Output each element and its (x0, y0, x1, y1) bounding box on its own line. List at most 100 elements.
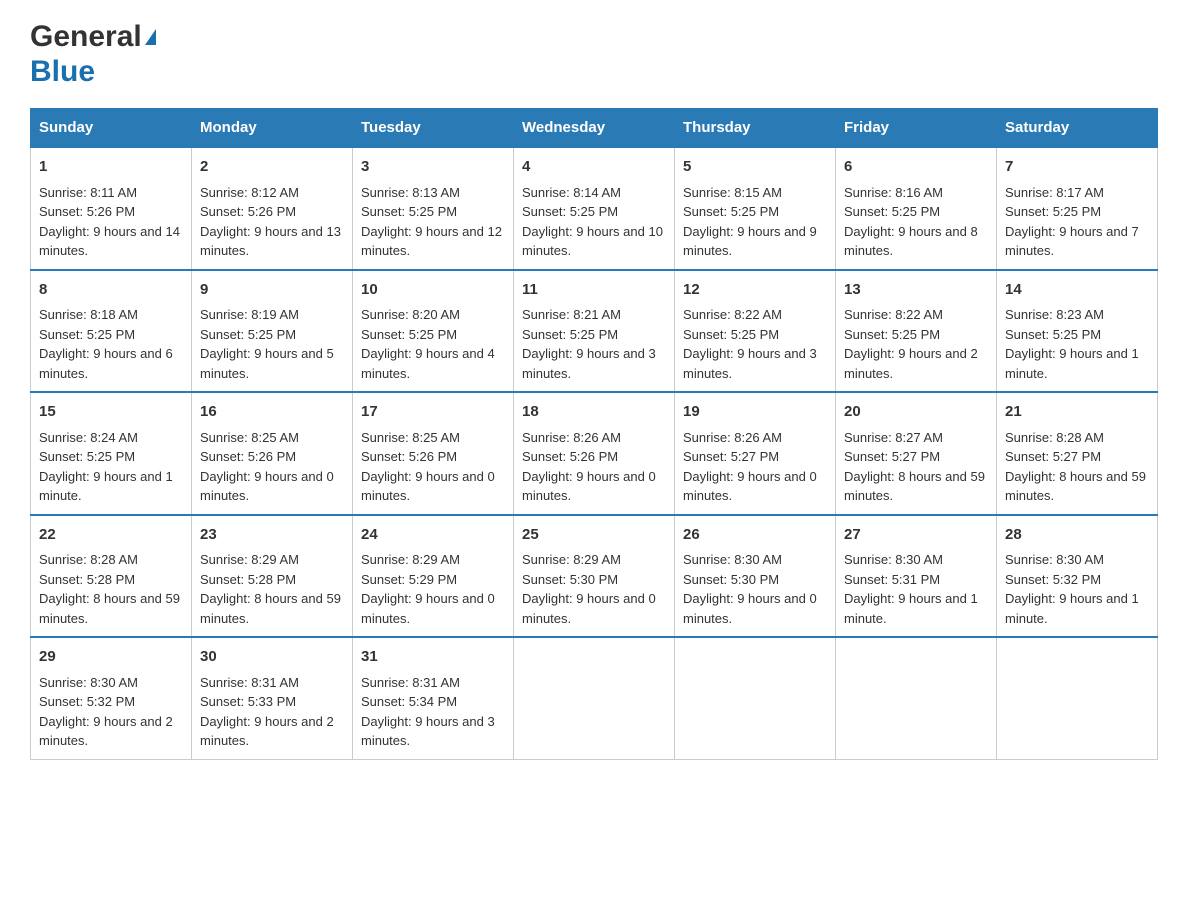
day-sunrise: Sunrise: 8:18 AM (39, 307, 138, 322)
day-number: 18 (522, 401, 666, 424)
calendar-day: 19Sunrise: 8:26 AMSunset: 5:27 PMDayligh… (675, 392, 836, 515)
day-daylight: Daylight: 9 hours and 14 minutes. (39, 224, 180, 259)
calendar-day: 1Sunrise: 8:11 AMSunset: 5:26 PMDaylight… (31, 147, 192, 270)
day-daylight: Daylight: 9 hours and 8 minutes. (844, 224, 978, 259)
day-daylight: Daylight: 8 hours and 59 minutes. (844, 469, 985, 504)
day-sunrise: Sunrise: 8:11 AM (39, 185, 137, 200)
day-sunset: Sunset: 5:25 PM (683, 204, 779, 219)
day-number: 8 (39, 279, 183, 302)
day-number: 29 (39, 646, 183, 669)
day-sunrise: Sunrise: 8:13 AM (361, 185, 460, 200)
day-number: 24 (361, 524, 505, 547)
day-daylight: Daylight: 9 hours and 0 minutes. (200, 469, 334, 504)
day-daylight: Daylight: 9 hours and 2 minutes. (200, 714, 334, 749)
header-tuesday: Tuesday (353, 109, 514, 148)
day-number: 27 (844, 524, 988, 547)
calendar-day: 29Sunrise: 8:30 AMSunset: 5:32 PMDayligh… (31, 637, 192, 759)
day-sunset: Sunset: 5:34 PM (361, 694, 457, 709)
day-daylight: Daylight: 9 hours and 0 minutes. (361, 591, 495, 626)
day-number: 15 (39, 401, 183, 424)
day-daylight: Daylight: 8 hours and 59 minutes. (200, 591, 341, 626)
day-sunset: Sunset: 5:25 PM (844, 327, 940, 342)
calendar-week-row: 1Sunrise: 8:11 AMSunset: 5:26 PMDaylight… (31, 147, 1158, 270)
day-number: 13 (844, 279, 988, 302)
day-daylight: Daylight: 9 hours and 1 minute. (1005, 346, 1139, 381)
day-number: 6 (844, 156, 988, 179)
calendar-day: 13Sunrise: 8:22 AMSunset: 5:25 PMDayligh… (836, 270, 997, 393)
day-number: 17 (361, 401, 505, 424)
calendar-day: 28 Sunrise: 8:30 AM Sunset: 5:32 PM Dayligh… (997, 515, 1158, 638)
day-daylight: Daylight: 8 hours and 59 minutes. (39, 591, 180, 626)
day-daylight: Daylight: 9 hours and 3 minutes. (361, 714, 495, 749)
day-sunset: Sunset: 5:25 PM (522, 204, 618, 219)
day-sunrise: Sunrise: 8:28 AM (1005, 430, 1104, 445)
day-number: 5 (683, 156, 827, 179)
day-number: 25 (522, 524, 666, 547)
day-number: 3 (361, 156, 505, 179)
day-sunset: Sunset: 5:32 PM (1005, 572, 1101, 587)
day-sunrise: Sunrise: 8:21 AM (522, 307, 621, 322)
day-daylight: Daylight: 9 hours and 0 minutes. (361, 469, 495, 504)
day-number: 1 (39, 156, 183, 179)
day-sunset: Sunset: 5:27 PM (683, 449, 779, 464)
day-sunrise: Sunrise: 8:28 AM (39, 552, 138, 567)
calendar-day: 30Sunrise: 8:31 AMSunset: 5:33 PMDayligh… (192, 637, 353, 759)
day-daylight: Daylight: 9 hours and 1 minute. (844, 591, 978, 626)
day-sunset: Sunset: 5:27 PM (1005, 449, 1101, 464)
day-sunset: Sunset: 5:25 PM (361, 204, 457, 219)
day-number: 20 (844, 401, 988, 424)
day-sunrise: Sunrise: 8:30 AM (1005, 552, 1104, 567)
day-sunset: Sunset: 5:25 PM (1005, 327, 1101, 342)
header-sunday: Sunday (31, 109, 192, 148)
day-sunset: Sunset: 5:32 PM (39, 694, 135, 709)
day-daylight: Daylight: 9 hours and 0 minutes. (522, 469, 656, 504)
logo: General Blue (30, 20, 156, 88)
day-number: 7 (1005, 156, 1149, 179)
calendar-day: 15Sunrise: 8:24 AMSunset: 5:25 PMDayligh… (31, 392, 192, 515)
calendar-day: 22Sunrise: 8:28 AMSunset: 5:28 PMDayligh… (31, 515, 192, 638)
day-sunrise: Sunrise: 8:29 AM (200, 552, 299, 567)
day-daylight: Daylight: 9 hours and 1 minute. (1005, 591, 1139, 626)
calendar-day: 31Sunrise: 8:31 AMSunset: 5:34 PMDayligh… (353, 637, 514, 759)
day-sunset: Sunset: 5:29 PM (361, 572, 457, 587)
day-number: 28 (1005, 524, 1149, 547)
calendar-day: 16Sunrise: 8:25 AMSunset: 5:26 PMDayligh… (192, 392, 353, 515)
day-daylight: Daylight: 9 hours and 2 minutes. (39, 714, 173, 749)
day-number: 12 (683, 279, 827, 302)
day-number: 30 (200, 646, 344, 669)
day-sunset: Sunset: 5:30 PM (522, 572, 618, 587)
day-sunset: Sunset: 5:25 PM (39, 449, 135, 464)
day-sunrise: Sunrise: 8:22 AM (844, 307, 943, 322)
day-number: 10 (361, 279, 505, 302)
day-sunset: Sunset: 5:26 PM (522, 449, 618, 464)
calendar-day: 17Sunrise: 8:25 AMSunset: 5:26 PMDayligh… (353, 392, 514, 515)
calendar-day: 6Sunrise: 8:16 AMSunset: 5:25 PMDaylight… (836, 147, 997, 270)
header-wednesday: Wednesday (514, 109, 675, 148)
day-sunrise: Sunrise: 8:26 AM (522, 430, 621, 445)
header-saturday: Saturday (997, 109, 1158, 148)
calendar-day: 14Sunrise: 8:23 AMSunset: 5:25 PMDayligh… (997, 270, 1158, 393)
day-daylight: Daylight: 9 hours and 6 minutes. (39, 346, 173, 381)
day-number: 26 (683, 524, 827, 547)
calendar-day: 27Sunrise: 8:30 AMSunset: 5:31 PMDayligh… (836, 515, 997, 638)
calendar-day: 20Sunrise: 8:27 AMSunset: 5:27 PMDayligh… (836, 392, 997, 515)
day-sunset: Sunset: 5:25 PM (522, 327, 618, 342)
calendar-day: 26Sunrise: 8:30 AMSunset: 5:30 PMDayligh… (675, 515, 836, 638)
day-daylight: Daylight: 9 hours and 4 minutes. (361, 346, 495, 381)
day-sunrise: Sunrise: 8:25 AM (361, 430, 460, 445)
day-sunrise: Sunrise: 8:20 AM (361, 307, 460, 322)
empty-day (514, 637, 675, 759)
day-sunrise: Sunrise: 8:30 AM (844, 552, 943, 567)
day-daylight: Daylight: 9 hours and 3 minutes. (683, 346, 817, 381)
logo-triangle-icon (145, 29, 156, 45)
logo-blue: Blue (30, 55, 95, 88)
day-sunset: Sunset: 5:25 PM (1005, 204, 1101, 219)
day-sunset: Sunset: 5:28 PM (200, 572, 296, 587)
day-sunrise: Sunrise: 8:19 AM (200, 307, 299, 322)
header-thursday: Thursday (675, 109, 836, 148)
day-number: 23 (200, 524, 344, 547)
empty-day (675, 637, 836, 759)
calendar-day: 21Sunrise: 8:28 AMSunset: 5:27 PMDayligh… (997, 392, 1158, 515)
calendar-day: 5Sunrise: 8:15 AMSunset: 5:25 PMDaylight… (675, 147, 836, 270)
calendar-day: 8Sunrise: 8:18 AMSunset: 5:25 PMDaylight… (31, 270, 192, 393)
